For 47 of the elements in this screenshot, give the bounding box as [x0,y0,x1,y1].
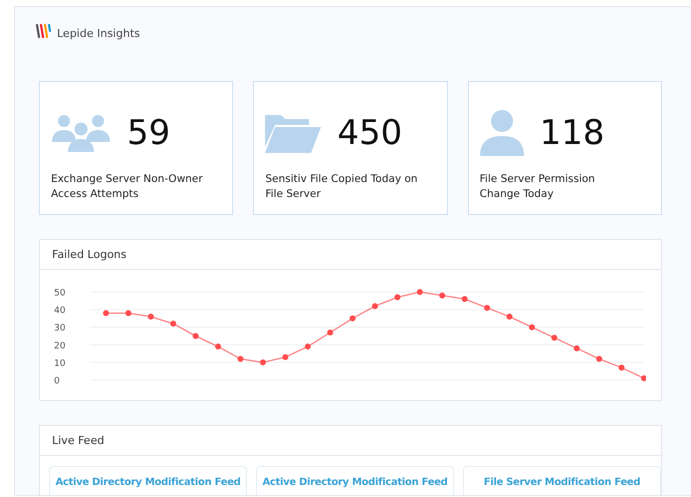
data-point [506,314,512,320]
data-point [192,333,199,339]
data-point [350,315,356,322]
data-point [260,359,266,366]
data-point [641,375,646,382]
panel-title: Live Feed [40,426,661,456]
feed-tab[interactable]: Active Directory Modification Feed [49,466,247,495]
data-point [148,314,154,320]
feed-tab[interactable]: Active Directory Modification Feed [256,466,454,495]
feed-tab[interactable]: File Server Modification Feed [463,466,661,495]
data-point [462,296,468,302]
axis-label: 20 [54,341,66,352]
data-point [238,356,244,362]
data-point [528,324,535,330]
data-point [215,344,222,350]
data-point [618,364,625,371]
data-point [327,329,334,336]
data-point [551,334,558,341]
data-point [484,304,490,311]
app-title: Lepide Insights [57,26,140,40]
axis-label: 50 [54,288,66,298]
stat-value: 59 [127,113,170,153]
stat-value: 118 [540,113,605,153]
axis-label: 30 [54,324,66,334]
stat-label: Sensitiv File Copied Today on File Server [265,172,419,202]
data-point [394,294,400,300]
folder-icon [265,113,322,153]
data-point [416,289,423,295]
stat-label: File Server Permission Change Today [480,172,596,202]
stat-value: 450 [337,113,402,153]
axis-label: 10 [54,358,66,369]
axis-label: 0 [54,376,60,386]
data-point [103,310,109,316]
person-icon [480,110,524,156]
people-icon [51,114,111,152]
panel-title: Failed Logons [40,240,661,270]
data-point [596,356,602,362]
logo-icon [35,23,51,39]
data-point [372,303,378,310]
data-point [125,310,132,316]
data-point [574,345,580,352]
data-point [170,320,176,327]
stat-label: Exchange Server Non-Owner Access Attempts [51,172,204,202]
data-point [439,292,446,299]
axis-label: 40 [54,306,66,316]
data-point [282,354,288,360]
data-point [304,344,311,350]
